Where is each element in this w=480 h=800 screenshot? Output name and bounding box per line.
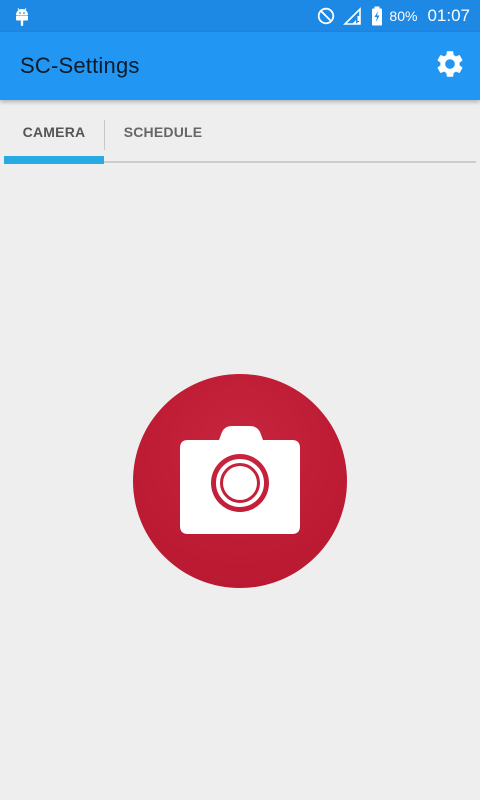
camera-icon: [178, 426, 302, 536]
app-bar: SC-Settings: [0, 32, 480, 100]
tab-schedule[interactable]: SCHEDULE: [105, 100, 221, 164]
tab-selected-indicator: [4, 156, 104, 164]
do-not-disturb-icon: [317, 7, 335, 25]
battery-percent: 80%: [389, 8, 418, 24]
battery-charging-icon: [371, 6, 383, 26]
tab-bar: CAMERA SCHEDULE: [4, 100, 476, 164]
android-icon: [12, 5, 32, 27]
gear-icon: [434, 48, 466, 85]
app-title: SC-Settings: [20, 53, 140, 78]
status-bar: 80% 01:07: [0, 0, 480, 32]
signal-icon: [343, 7, 363, 25]
capture-camera-button[interactable]: [133, 374, 347, 588]
status-time: 01:07: [427, 6, 470, 25]
settings-button[interactable]: [432, 48, 468, 84]
tab-camera[interactable]: CAMERA: [4, 100, 104, 164]
tab-underline: [104, 161, 476, 163]
